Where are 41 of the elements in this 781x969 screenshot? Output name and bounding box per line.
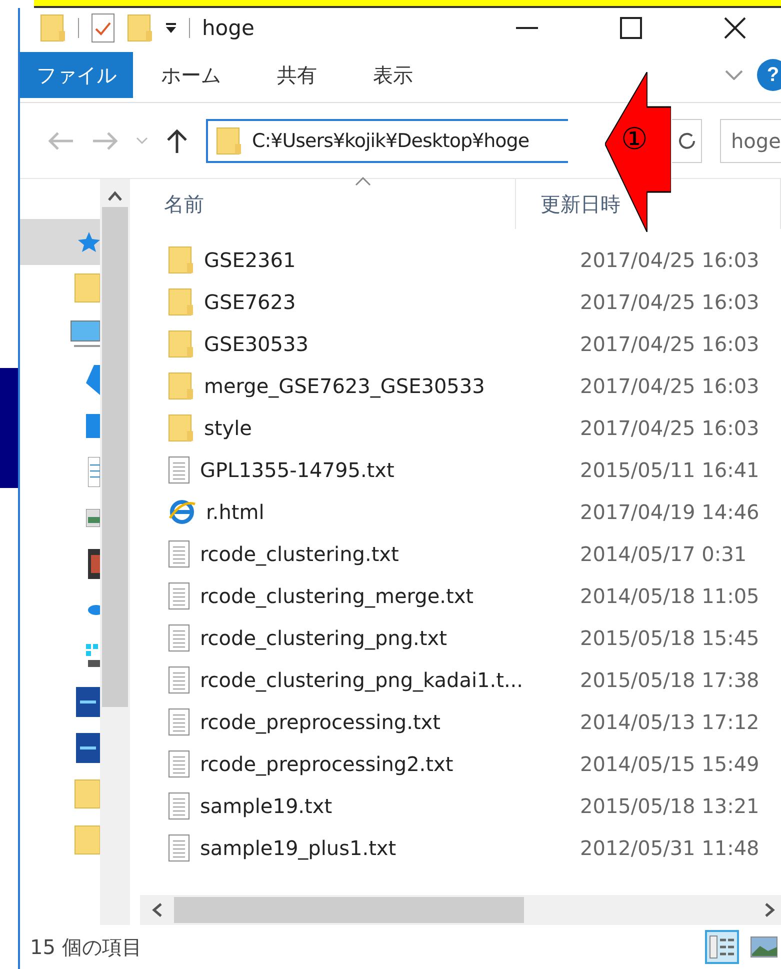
file-name[interactable]: rcode_clustering_png_kadai1.t... [200,668,524,692]
file-name[interactable]: GPL1355-14795.txt [200,458,394,482]
help-button[interactable]: ? [757,59,781,91]
ribbon-tab[interactable]: 表示 [345,52,441,98]
modified-date: 2014/05/18 11:05 [579,584,760,608]
item-count: 15 個の項目 [30,934,142,960]
modified-date: 2015/05/11 16:41 [579,458,760,482]
window-title: hoge [202,16,254,40]
ribbon-tab[interactable]: 共有 [249,52,345,98]
modified-date: 2015/05/18 15:45 [579,626,760,650]
callout-number: ① [621,122,648,157]
file-name[interactable]: merge_GSE7623_GSE30533 [204,374,485,398]
file-name[interactable]: rcode_preprocessing.txt [200,710,440,734]
modified-date: 2017/04/25 16:03 [579,248,760,272]
modified-date: 2014/05/13 17:12 [579,710,760,734]
file-tab[interactable]: ファイル [20,52,133,98]
file-name[interactable]: sample19_plus1.txt [200,836,396,860]
modified-date: 2017/04/25 16:03 [579,374,760,398]
column-header[interactable]: 名前 [140,179,516,229]
file-name[interactable]: GSE30533 [204,332,308,356]
modified-date: 2014/05/17 0:31 [579,542,747,566]
modified-date: 2017/04/19 14:46 [579,500,760,524]
modified-date: 2012/05/31 11:48 [579,836,760,860]
file-name[interactable]: rcode_clustering_merge.txt [200,584,474,608]
file-name[interactable]: rcode_preprocessing2.txt [200,752,454,776]
address-field[interactable]: C:¥Users¥kojik¥Desktop¥hoge [206,118,568,162]
modified-date: 2015/05/18 13:21 [579,794,760,818]
file-name[interactable]: rcode_clustering.txt [200,542,399,566]
modified-date: 2017/04/25 16:03 [579,290,760,314]
modified-date: 2017/04/25 16:03 [579,416,760,440]
modified-date: 2014/05/15 15:49 [579,752,760,776]
file-name[interactable]: sample19.txt [200,794,332,818]
modified-date: 2017/04/25 16:03 [579,332,760,356]
file-name[interactable]: rcode_clustering_png.txt [200,626,447,650]
file-name[interactable]: GSE7623 [204,290,296,314]
file-name[interactable]: style [204,416,252,440]
file-name[interactable]: r.html [206,500,264,524]
file-name[interactable]: GSE2361 [204,248,296,272]
search-field[interactable]: hoge [720,118,781,162]
ribbon-tab[interactable]: ホーム [133,52,249,98]
modified-date: 2015/05/18 17:38 [579,668,760,692]
